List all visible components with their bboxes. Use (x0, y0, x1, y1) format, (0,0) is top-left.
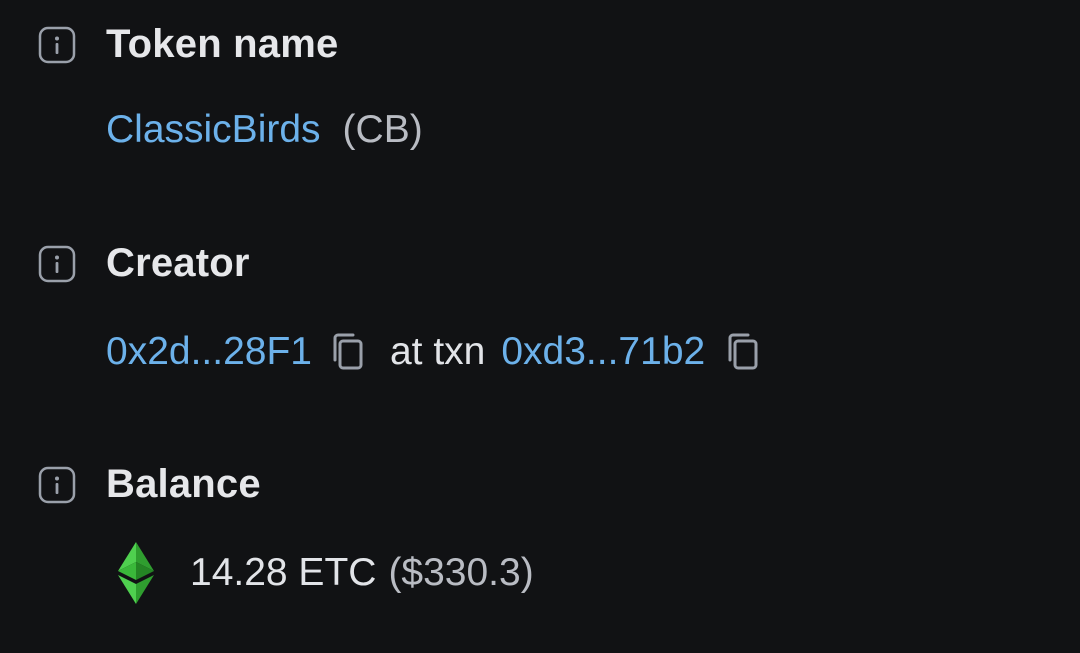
creator-row: 0x2d...28F1 at txn 0xd3...71b2 (106, 330, 763, 374)
balance-row: 14.28 ETC ($330.3) (112, 540, 534, 606)
copy-icon[interactable] (328, 330, 368, 374)
info-icon[interactable] (38, 466, 76, 504)
balance-usd: ($330.3) (388, 551, 534, 594)
creator-address-link[interactable]: 0x2d...28F1 (106, 330, 312, 374)
info-icon[interactable] (38, 26, 76, 64)
token-symbol: (CB) (342, 108, 423, 151)
at-txn-label: at txn (389, 330, 486, 373)
balance-header: Balance (38, 462, 261, 507)
creator-title: Creator (106, 241, 250, 285)
creation-txn-link[interactable]: 0xd3...71b2 (501, 330, 705, 374)
ethereum-classic-icon (112, 540, 160, 606)
balance-title: Balance (106, 462, 261, 506)
token-name-link[interactable]: ClassicBirds (106, 108, 321, 152)
copy-icon[interactable] (723, 330, 763, 374)
token-name-row: ClassicBirds (CB) (106, 108, 423, 152)
token-name-header: Token name (38, 22, 338, 67)
token-name-title: Token name (106, 22, 339, 66)
creator-header: Creator (38, 241, 250, 286)
info-icon[interactable] (38, 245, 76, 283)
balance-amount: 14.28 ETC (190, 551, 377, 594)
